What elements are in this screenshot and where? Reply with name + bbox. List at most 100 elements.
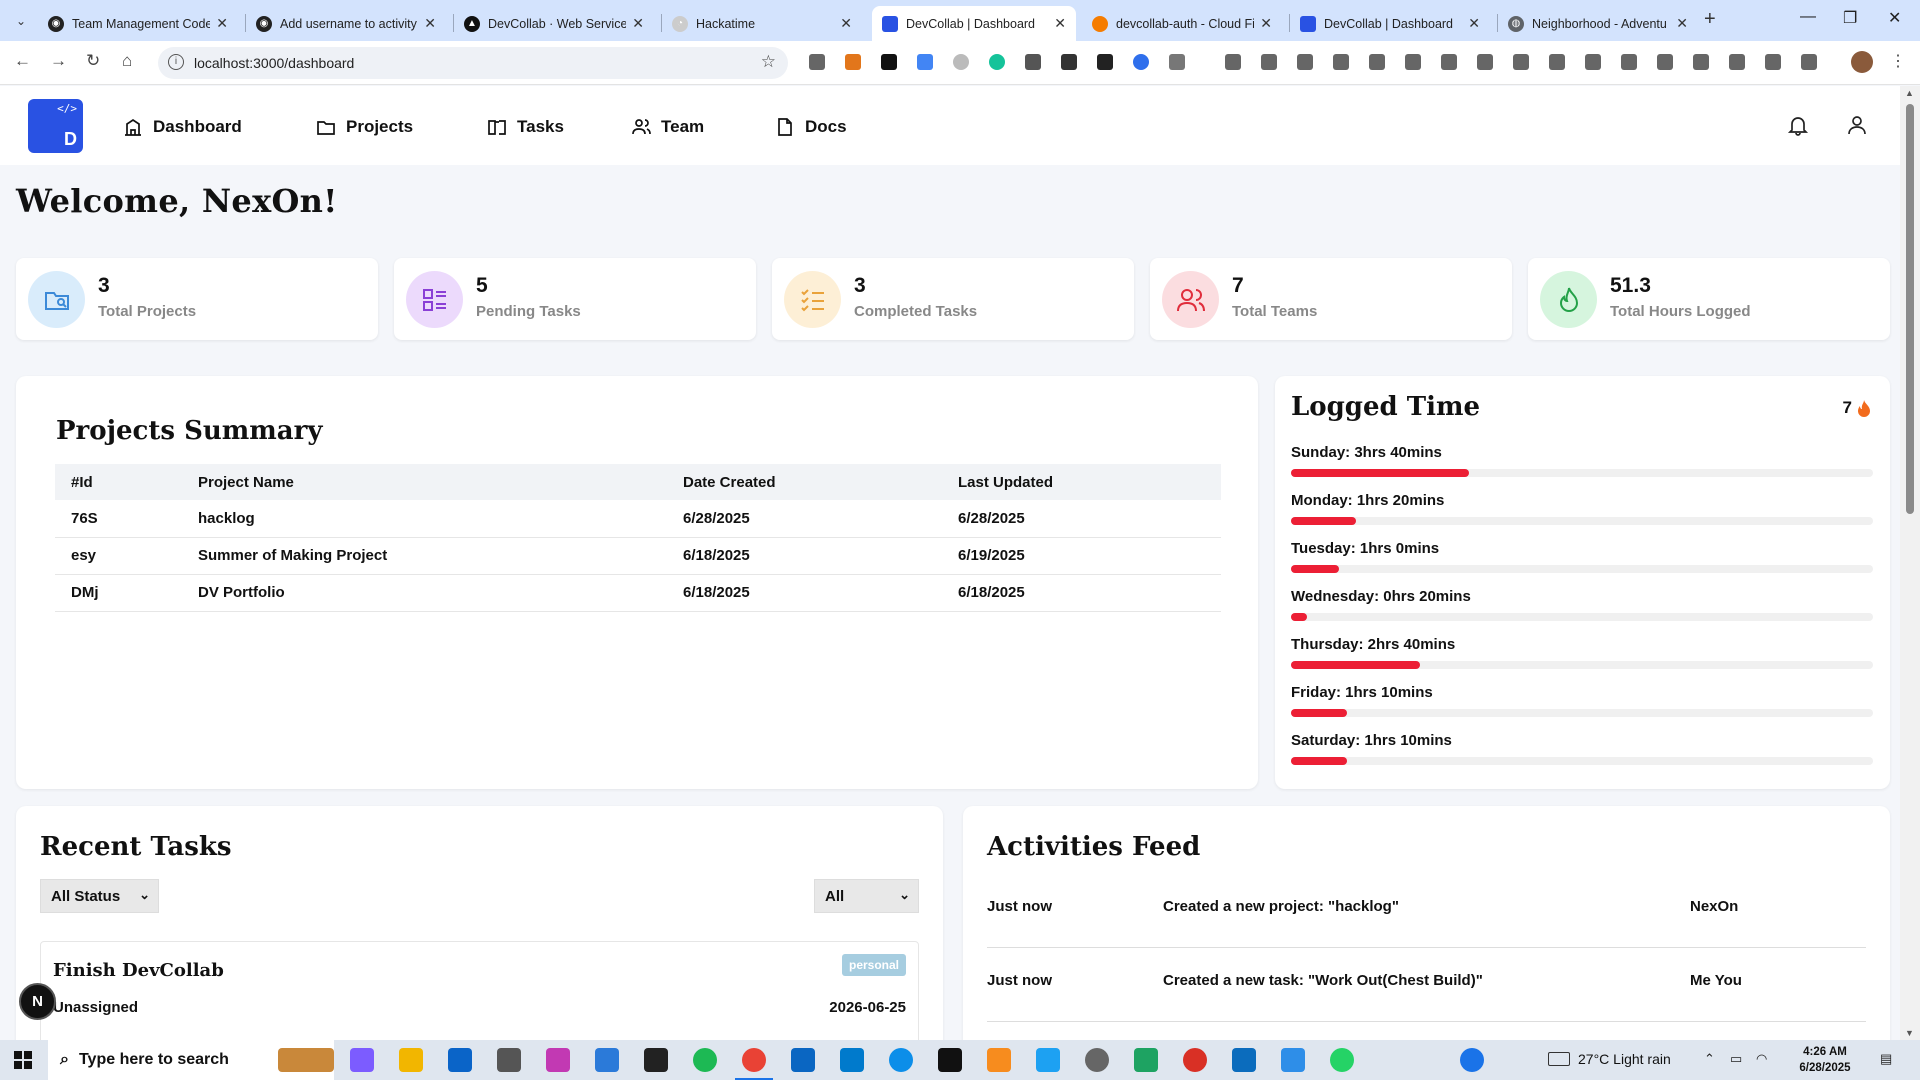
settings-icon[interactable] <box>1085 1048 1109 1072</box>
app-icon[interactable] <box>1232 1048 1256 1072</box>
close-tab-icon[interactable]: ✕ <box>632 15 644 32</box>
back-icon[interactable]: ← <box>14 51 31 71</box>
extension-icon[interactable] <box>1133 54 1149 70</box>
close-tab-icon[interactable]: ✕ <box>1468 15 1480 32</box>
more-menu-icon[interactable]: ⋮ <box>1890 51 1906 71</box>
link-icon[interactable] <box>1693 54 1709 70</box>
tray-chevron-icon[interactable]: ⌃ <box>1704 1051 1715 1067</box>
puzzle-icon[interactable] <box>1169 54 1185 70</box>
browser-tab[interactable]: ◍ Neighborhood - Adventu ✕ <box>1498 6 1698 41</box>
weather-widget[interactable]: 27°C Light rain <box>1548 1051 1671 1067</box>
location-icon[interactable] <box>1333 54 1349 70</box>
whatsapp-icon[interactable] <box>1330 1048 1354 1072</box>
table-row[interactable]: DMj DV Portfolio 6/18/2025 6/18/2025 <box>55 574 1221 612</box>
type-filter-select[interactable]: All ⌄ <box>814 879 919 913</box>
devcollab-logo[interactable]: </> D <box>28 99 83 153</box>
site-info-icon[interactable]: i <box>168 54 184 70</box>
browser-tab-active[interactable]: DevCollab | Dashboard ✕ <box>872 6 1076 41</box>
camera-icon[interactable] <box>497 1048 521 1072</box>
home-icon[interactable]: ⌂ <box>122 51 132 71</box>
new-tab-icon[interactable]: + <box>1704 8 1716 31</box>
nav-docs[interactable]: Docs <box>775 114 847 140</box>
tab-search-chevron-icon[interactable]: ⌄ <box>10 10 32 32</box>
browser-tab[interactable]: ◔ Hackatime ✕ <box>662 6 862 41</box>
tiktok-icon[interactable] <box>938 1048 962 1072</box>
sublime-icon[interactable] <box>987 1048 1011 1072</box>
reader-icon[interactable] <box>1657 54 1673 70</box>
close-tab-icon[interactable]: ✕ <box>1054 15 1066 32</box>
copilot-icon[interactable] <box>350 1048 374 1072</box>
browser-tab[interactable]: devcollab-auth - Cloud Fi ✕ <box>1082 6 1282 41</box>
project-name[interactable]: hacklog <box>182 500 667 538</box>
nav-projects[interactable]: Projects <box>316 114 413 140</box>
key-icon[interactable] <box>1261 54 1277 70</box>
translate-icon[interactable] <box>1585 54 1601 70</box>
chrome-icon[interactable] <box>742 1048 766 1072</box>
extension-icon[interactable] <box>809 54 825 70</box>
extension-icon[interactable] <box>1025 54 1041 70</box>
minimize-icon[interactable]: — <box>1800 8 1816 26</box>
taskbar-clock[interactable]: 4:26 AM 6/28/2025 <box>1780 1044 1870 1076</box>
qr-code-icon[interactable] <box>1061 54 1077 70</box>
edge-icon[interactable] <box>889 1048 913 1072</box>
restore-icon[interactable]: ❐ <box>1843 8 1857 28</box>
store-icon[interactable] <box>595 1048 619 1072</box>
user-account-icon[interactable] <box>1846 114 1868 136</box>
nav-team[interactable]: Team <box>631 114 704 140</box>
spotify-icon[interactable] <box>693 1048 717 1072</box>
close-tab-icon[interactable]: ✕ <box>1676 15 1688 32</box>
close-tab-icon[interactable]: ✕ <box>1260 15 1272 32</box>
close-tab-icon[interactable]: ✕ <box>216 15 228 32</box>
forward-icon[interactable]: → <box>50 51 67 71</box>
metamask-icon[interactable] <box>845 54 861 70</box>
project-name[interactable]: DV Portfolio <box>182 574 667 612</box>
search-highlight-image[interactable] <box>278 1048 334 1072</box>
file-explorer-icon[interactable] <box>399 1048 423 1072</box>
incognito-icon[interactable] <box>1225 54 1241 70</box>
sidebar-icon[interactable] <box>1765 54 1781 70</box>
wifi-icon[interactable]: ◠ <box>1756 1051 1767 1067</box>
windows-start-icon[interactable] <box>14 1051 32 1069</box>
scroll-up-icon[interactable]: ▲ <box>1905 88 1914 98</box>
bookmark-star-icon[interactable]: ☆ <box>761 52 776 72</box>
close-tab-icon[interactable]: ✕ <box>840 15 852 32</box>
browser-tab[interactable]: DevCollab | Dashboard ✕ <box>1290 6 1490 41</box>
nextjs-dev-indicator-button[interactable]: N <box>19 983 56 1020</box>
history-icon[interactable] <box>1441 54 1457 70</box>
cursor-icon[interactable] <box>1097 54 1113 70</box>
card-icon[interactable] <box>1297 54 1313 70</box>
extension-icon[interactable] <box>917 54 933 70</box>
devtools-icon[interactable] <box>1801 54 1817 70</box>
table-row[interactable]: esy Summer of Making Project 6/18/2025 6… <box>55 537 1221 575</box>
close-tab-icon[interactable]: ✕ <box>424 15 436 32</box>
nav-dashboard[interactable]: Dashboard <box>123 114 242 140</box>
play-store-icon[interactable] <box>1134 1048 1158 1072</box>
cast-icon[interactable] <box>1729 54 1745 70</box>
capcut-icon[interactable] <box>644 1048 668 1072</box>
reload-icon[interactable]: ↻ <box>86 51 100 71</box>
nav-tasks[interactable]: Tasks <box>487 114 564 140</box>
browser-tab[interactable]: ◉ Add username to activity ✕ <box>246 6 446 41</box>
photos-icon[interactable] <box>1281 1048 1305 1072</box>
trash-icon[interactable] <box>1477 54 1493 70</box>
screenshot-icon[interactable] <box>1549 54 1565 70</box>
table-row[interactable]: 76S hacklog 6/28/2025 6/28/2025 <box>55 500 1221 538</box>
outlook-icon[interactable] <box>448 1048 472 1072</box>
task-item[interactable]: Finish DevCollab personal Unassigned 202… <box>40 941 919 1056</box>
notification-bell-icon[interactable] <box>1787 114 1809 136</box>
linkedin-icon[interactable] <box>791 1048 815 1072</box>
scrollbar-thumb[interactable] <box>1906 104 1914 514</box>
page-scrollbar[interactable]: ▲ ▼ <box>1900 86 1920 1040</box>
grammarly-icon[interactable] <box>989 54 1005 70</box>
bookmarks-icon[interactable] <box>1369 54 1385 70</box>
scroll-down-icon[interactable]: ▼ <box>1905 1028 1914 1038</box>
extension-icon[interactable] <box>953 54 969 70</box>
vscode-icon[interactable] <box>840 1048 864 1072</box>
qr-icon[interactable] <box>1621 54 1637 70</box>
address-bar[interactable]: i localhost:3000/dashboard ☆ <box>158 47 788 79</box>
browser-tab[interactable]: ◉ Team Management Code ✕ <box>38 6 238 41</box>
profile-avatar[interactable] <box>1851 51 1873 73</box>
chrome-profile-icon[interactable] <box>1183 1048 1207 1072</box>
reading-list-icon[interactable] <box>1405 54 1421 70</box>
close-window-icon[interactable]: ✕ <box>1888 8 1901 28</box>
